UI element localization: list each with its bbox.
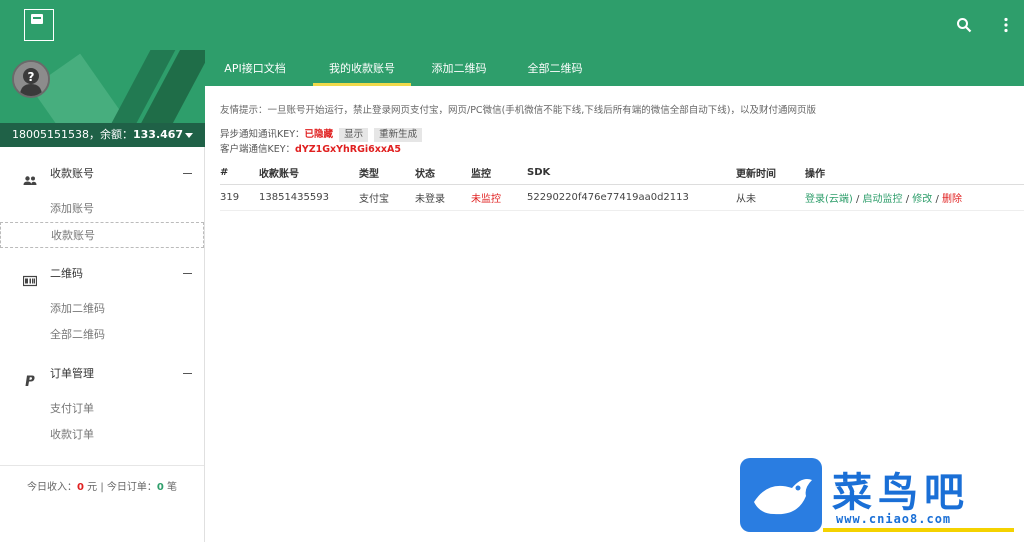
menu-group-label: 收款账号	[50, 167, 94, 180]
income-label: 今日收入：	[26, 482, 77, 493]
sidebar-item-receive-orders[interactable]: 收款订单	[0, 422, 204, 448]
cell-sdk: 52290220f476e77419aa0d2113	[527, 184, 736, 211]
client-key-label: 客户端通信KEY：	[220, 144, 296, 155]
regenerate-key-button[interactable]: 重新生成	[374, 128, 423, 142]
menu-group-accounts[interactable]: 收款账号	[0, 158, 204, 190]
cell-status: 未登录	[415, 184, 471, 211]
people-icon	[23, 168, 37, 185]
tab-all-qrcode[interactable]: 全部二维码	[521, 50, 589, 86]
show-key-button[interactable]: 显示	[339, 128, 369, 142]
col-header-sdk: SDK	[527, 162, 736, 185]
tab-my-accounts[interactable]: 我的收款账号	[313, 50, 411, 86]
watermark-url: www.cniao8.com	[836, 512, 952, 526]
menu-group-qrcode[interactable]: 二维码	[0, 258, 204, 290]
async-key-label: 异步通知通讯KEY：	[220, 129, 305, 140]
sidebar-item-all-qrcode[interactable]: 全部二维码	[0, 322, 204, 348]
id-card-icon	[22, 268, 38, 287]
sidebar-menu: 收款账号 添加账号 收款账号 二维码 添加二维码 全部二维码 订单管理 支付订单…	[0, 158, 204, 448]
cell-account: 13851435593	[259, 184, 359, 211]
col-header-actions: 操作	[805, 162, 1024, 185]
bird-logo-icon	[740, 458, 822, 532]
edit-link[interactable]: 修改	[912, 194, 932, 205]
more-vert-icon[interactable]	[993, 12, 1019, 38]
async-key-line: 异步通知通讯KEY：已隐藏 显示 重新生成	[220, 126, 423, 142]
svg-text:?: ?	[28, 70, 35, 84]
cell-type: 支付宝	[359, 184, 415, 211]
logo-icon[interactable]	[24, 9, 54, 41]
menu-group-orders[interactable]: 订单管理	[0, 358, 204, 390]
menu-group-label: 二维码	[50, 267, 83, 280]
cell-id: 319	[220, 184, 259, 211]
sidebar-item-add-account[interactable]: 添加账号	[0, 196, 204, 222]
cell-monitor: 未监控	[471, 184, 527, 211]
action-separator: /	[902, 193, 913, 205]
cell-actions: 登录(云端) / 启动监控 / 修改 / 删除	[805, 184, 1024, 211]
col-header-monitor: 监控	[471, 162, 527, 185]
action-separator: /	[852, 193, 863, 205]
col-header-type: 类型	[359, 162, 415, 185]
async-key-value: 已隐藏	[304, 129, 334, 140]
tab-add-qrcode[interactable]: 添加二维码	[425, 50, 493, 86]
action-separator: /	[932, 193, 943, 205]
sidebar-item-accounts[interactable]: 收款账号	[0, 222, 204, 248]
collapse-icon[interactable]	[183, 273, 192, 274]
col-header-account: 收款账号	[259, 162, 359, 185]
login-cloud-link[interactable]: 登录(云端)	[805, 194, 853, 205]
tab-api-docs[interactable]: API接口文档	[215, 50, 295, 86]
client-key-line: 客户端通信KEY：dYZ1GxYhRGi6xxA5	[220, 141, 401, 155]
col-header-status: 状态	[415, 162, 471, 185]
income-unit: 元	[87, 482, 98, 493]
sidebar-item-add-qrcode[interactable]: 添加二维码	[0, 296, 204, 322]
tip-text: 友情提示：一旦账号开始运行，禁止登录网页支付宝，网页/PC微信(手机微信不能下线…	[220, 105, 816, 116]
today-stats: 今日收入：0 元 | 今日订单：0 笔	[0, 465, 204, 493]
tab-bar: API接口文档 我的收款账号 添加二维码 全部二维码	[205, 50, 1024, 86]
paypal-icon	[23, 368, 37, 386]
collapse-icon[interactable]	[183, 173, 192, 174]
col-header-id: #	[220, 162, 259, 185]
watermark-text: 菜鸟吧	[832, 469, 970, 516]
orders-label: 今日订单：	[106, 482, 157, 493]
cell-updated: 从未	[736, 184, 805, 211]
accounts-table: # 收款账号 类型 状态 监控 SDK 更新时间 操作 319 13851435…	[220, 162, 1024, 211]
table-row: 319 13851435593 支付宝 未登录 未监控 52290220f476…	[220, 184, 1024, 211]
orders-value: 0	[156, 482, 164, 493]
sidebar-item-pay-orders[interactable]: 支付订单	[0, 396, 204, 422]
balance-value: 133.467	[132, 128, 184, 141]
top-bar	[0, 0, 1024, 50]
orders-unit: 笔	[167, 482, 178, 493]
search-icon[interactable]	[951, 12, 977, 38]
stats-separator: |	[100, 482, 104, 493]
sidebar: ? 18005151538，余额：133.467 收款账号 添加账号 收款账号 …	[0, 50, 205, 542]
col-header-updated: 更新时间	[736, 162, 805, 185]
account-label: 18005151538，余额：	[12, 128, 133, 141]
profile-panel: ? 18005151538，余额：133.467	[0, 50, 205, 147]
collapse-icon[interactable]	[183, 373, 192, 374]
account-selector[interactable]: 18005151538，余额：133.467	[0, 123, 205, 147]
delete-link[interactable]: 删除	[942, 194, 962, 205]
caret-down-icon	[185, 133, 193, 138]
question-avatar-icon[interactable]: ?	[12, 60, 50, 98]
menu-group-label: 订单管理	[50, 367, 94, 380]
table-header-row: # 收款账号 类型 状态 监控 SDK 更新时间 操作	[220, 162, 1024, 185]
client-key-value: dYZ1GxYhRGi6xxA5	[295, 144, 401, 155]
start-monitor-link[interactable]: 启动监控	[863, 194, 903, 205]
income-value: 0	[76, 482, 84, 493]
watermark: 菜鸟吧 www.cniao8.com	[740, 458, 1014, 532]
